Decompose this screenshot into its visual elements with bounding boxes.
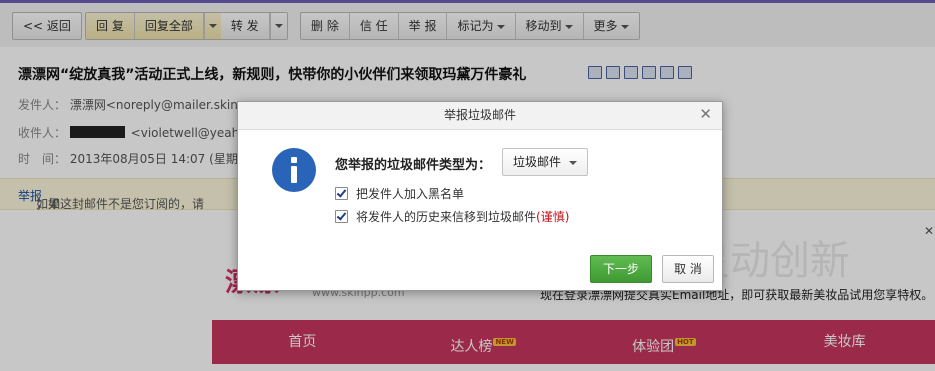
report-spam-dialog: 举报垃圾邮件 ✕ 您举报的垃圾邮件类型为： 垃圾邮件 把发件人加入黑名单 将发件…	[237, 101, 723, 291]
blacklist-option[interactable]: 把发件人加入黑名单	[335, 185, 464, 202]
spam-type-value: 垃圾邮件	[513, 155, 562, 169]
move-history-label: 将发件人的历史来信移到垃圾邮件	[356, 210, 537, 224]
move-history-checkbox[interactable]	[335, 210, 348, 223]
caution-text: (谨慎)	[536, 210, 570, 224]
spam-type-question: 您举报的垃圾邮件类型为：	[335, 158, 492, 173]
cancel-button[interactable]: 取 消	[662, 255, 714, 283]
blacklist-label: 把发件人加入黑名单	[356, 187, 465, 201]
dialog-title: 举报垃圾邮件	[238, 102, 722, 130]
blacklist-checkbox[interactable]	[335, 187, 348, 200]
info-icon	[272, 148, 316, 192]
close-icon[interactable]: ✕	[699, 105, 712, 123]
next-button[interactable]: 下一步	[590, 255, 652, 283]
chevron-down-icon	[569, 160, 578, 165]
spam-type-select[interactable]: 垃圾邮件	[502, 148, 589, 176]
move-history-option[interactable]: 将发件人的历史来信移到垃圾邮件 (谨慎)	[335, 208, 569, 225]
